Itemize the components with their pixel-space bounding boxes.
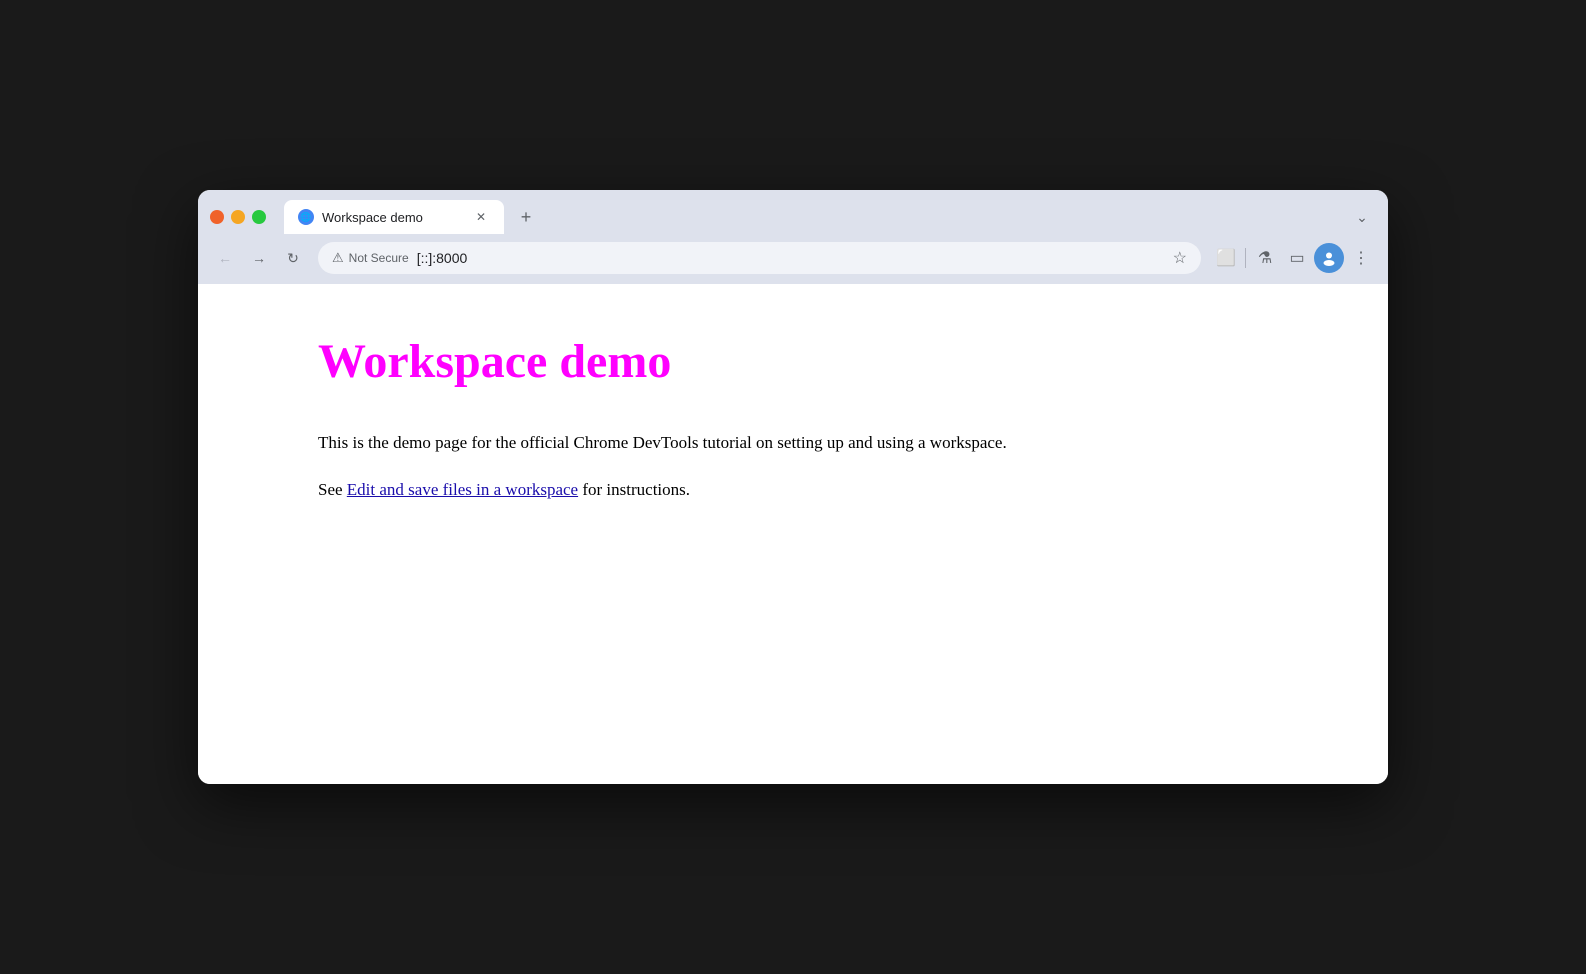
toolbar-divider — [1245, 248, 1246, 268]
sidebar-button[interactable]: ▭ — [1282, 243, 1312, 273]
bookmark-star-icon[interactable]: ☆ — [1173, 248, 1187, 268]
tab-bar-right: ⌄ — [1348, 203, 1376, 231]
warning-icon: ⚠ — [332, 250, 344, 266]
page-heading: Workspace demo — [318, 334, 1268, 389]
title-bar: 🌐 Workspace demo ✕ + ⌄ ← → — [198, 190, 1388, 284]
tab-favicon-icon: 🌐 — [298, 209, 314, 225]
new-tab-button[interactable]: + — [512, 203, 540, 231]
browser-window: 🌐 Workspace demo ✕ + ⌄ ← → — [198, 190, 1388, 784]
address-bar-row: ← → ↻ ⚠ Not Secure [::]:8000 ☆ ⬜ — [198, 234, 1388, 284]
extensions-button[interactable]: ⬜ — [1211, 243, 1241, 273]
page-link-line: See Edit and save files in a workspace f… — [318, 480, 1268, 500]
tab-title: Workspace demo — [322, 210, 464, 225]
tab-dropdown-button[interactable]: ⌄ — [1348, 203, 1376, 231]
link-suffix: for instructions. — [578, 480, 690, 499]
maximize-button[interactable] — [252, 210, 266, 224]
active-tab[interactable]: 🌐 Workspace demo ✕ — [284, 200, 504, 234]
workspace-link[interactable]: Edit and save files in a workspace — [347, 480, 578, 499]
back-button[interactable]: ← — [210, 243, 240, 273]
page-body-text: This is the demo page for the official C… — [318, 429, 1268, 456]
minimize-button[interactable] — [231, 210, 245, 224]
page-content: Workspace demo This is the demo page for… — [198, 284, 1388, 784]
tab-bar: 🌐 Workspace demo ✕ + ⌄ — [198, 190, 1388, 234]
tab-close-button[interactable]: ✕ — [472, 208, 490, 226]
forward-button[interactable]: → — [244, 243, 274, 273]
traffic-lights — [210, 210, 266, 224]
profile-avatar[interactable] — [1314, 243, 1344, 273]
security-indicator: ⚠ Not Secure — [332, 250, 409, 266]
close-button[interactable] — [210, 210, 224, 224]
more-menu-button[interactable]: ⋮ — [1346, 243, 1376, 273]
address-bar[interactable]: ⚠ Not Secure [::]:8000 ☆ — [318, 242, 1201, 274]
lab-button[interactable]: ⚗ — [1250, 243, 1280, 273]
toolbar-icons: ⬜ ⚗ ▭ ⋮ — [1211, 243, 1376, 273]
link-prefix: See — [318, 480, 347, 499]
reload-button[interactable]: ↻ — [278, 243, 308, 273]
security-label: Not Secure — [349, 251, 409, 265]
url-text: [::]:8000 — [417, 250, 1165, 266]
